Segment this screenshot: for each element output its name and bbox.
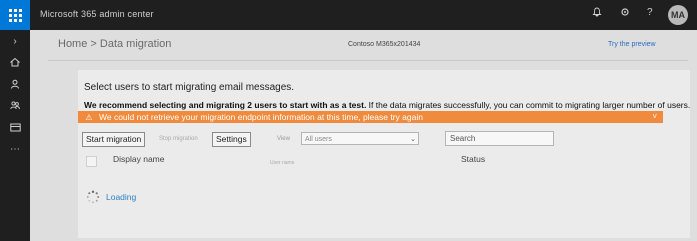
collapse-error-button[interactable]: ˅ <box>652 111 657 123</box>
try-preview-link[interactable]: Try the preview <box>608 41 656 48</box>
warning-icon: ⚠ <box>85 112 93 122</box>
app-title: Microsoft 365 admin center <box>40 9 154 19</box>
avatar[interactable]: MA <box>668 5 688 25</box>
column-display-name[interactable]: Display name <box>113 154 165 164</box>
settings-button[interactable]: Settings <box>212 132 251 147</box>
stop-migration-button[interactable]: Stop migration <box>156 132 201 145</box>
loading-indicator: Loading <box>86 190 136 204</box>
error-message: We could not retrieve your migration end… <box>99 112 423 122</box>
view-label: View <box>277 136 290 142</box>
billing-icon[interactable] <box>0 123 30 132</box>
start-migration-button[interactable]: Start migration <box>82 132 146 147</box>
recommendation-bold: We recommend selecting and migrating 2 u… <box>84 100 367 110</box>
breadcrumb[interactable]: Home > Data migration <box>58 38 171 50</box>
header-divider <box>48 60 688 61</box>
view-select[interactable]: All users ⌄ <box>301 132 419 145</box>
select-all-checkbox[interactable] <box>86 156 97 167</box>
bell-icon[interactable] <box>592 7 602 20</box>
view-select-value: All users <box>305 136 332 143</box>
recommendation-text: We recommend selecting and migrating 2 u… <box>84 100 690 110</box>
tenant-name: Contoso M365x201434 <box>348 41 421 48</box>
column-status[interactable]: Status <box>461 154 485 164</box>
help-icon[interactable]: ? <box>647 7 653 18</box>
chevron-right-icon[interactable]: › <box>0 36 30 47</box>
migration-panel: Select users to start migrating email me… <box>78 70 690 238</box>
chevron-down-icon: ⌄ <box>410 136 416 143</box>
top-bar: Microsoft 365 admin center ? MA <box>0 0 697 30</box>
left-nav: › ⋯ <box>0 30 30 241</box>
waffle-icon <box>8 8 22 22</box>
error-banner: ⚠ We could not retrieve your migration e… <box>78 111 663 123</box>
column-user-name[interactable]: User name <box>270 160 294 166</box>
instruction-text: Select users to start migrating email me… <box>84 82 295 93</box>
more-icon[interactable]: ⋯ <box>0 144 30 155</box>
main-content: Home > Data migration Contoso M365x20143… <box>30 30 697 241</box>
recommendation-rest: If the data migrates successfully, you c… <box>366 100 691 110</box>
groups-icon[interactable] <box>0 100 30 110</box>
spinner-icon <box>86 190 100 203</box>
search-input[interactable]: Search <box>445 131 554 146</box>
loading-text: Loading <box>106 192 137 202</box>
home-icon[interactable] <box>0 57 30 67</box>
app-launcher-button[interactable] <box>0 0 30 30</box>
gear-icon[interactable] <box>620 7 630 20</box>
user-icon[interactable] <box>0 79 30 89</box>
search-placeholder: Search <box>450 134 476 143</box>
